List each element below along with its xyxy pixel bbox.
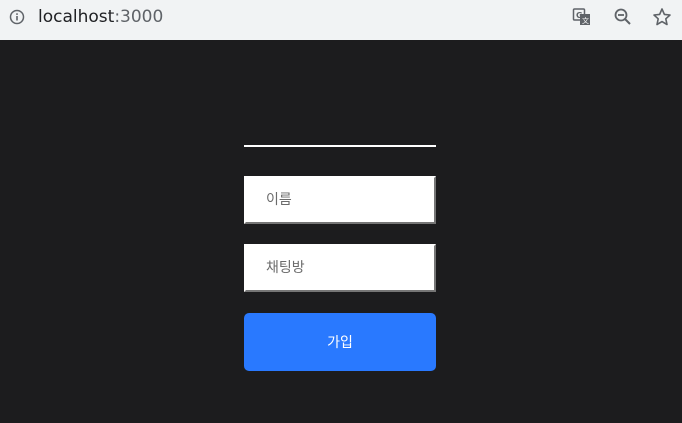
svg-text:文: 文	[582, 16, 589, 25]
url-host: localhost	[38, 7, 115, 27]
zoom-out-icon[interactable]	[613, 7, 633, 27]
star-icon[interactable]	[652, 7, 672, 27]
translate-icon[interactable]: G 文	[572, 7, 592, 27]
room-input[interactable]	[244, 244, 436, 292]
info-icon[interactable]	[9, 9, 25, 25]
url-port: :3000	[114, 7, 164, 27]
url-text[interactable]: localhost:3000	[38, 6, 163, 28]
join-button[interactable]: 가입	[244, 313, 436, 371]
address-bar[interactable]: localhost:3000 G 文	[0, 0, 682, 34]
browser-toolbar: localhost:3000 G 文	[0, 0, 682, 40]
header-divider	[244, 145, 436, 147]
name-input[interactable]	[244, 176, 436, 224]
page-content: 가입	[0, 40, 682, 423]
